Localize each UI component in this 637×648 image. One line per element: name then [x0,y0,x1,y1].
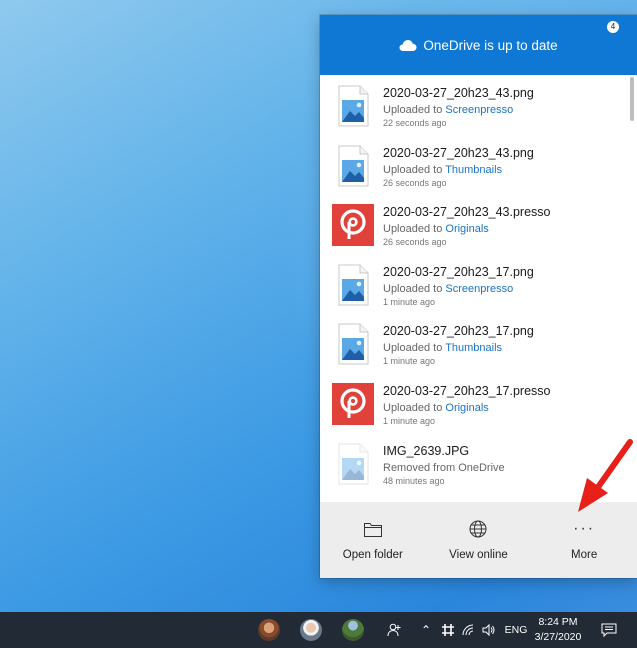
file-time: 26 seconds ago [383,237,447,248]
avatar [300,619,322,641]
file-time: 1 minute ago [383,296,436,307]
open-folder-button[interactable]: Open folder [323,502,423,561]
view-online-label: View online [449,549,508,561]
list-item[interactable]: 2020-03-27_20h23_43.png Uploaded to Thum… [320,135,637,195]
people-contact-3[interactable] [341,612,365,648]
people-icon-glyph [387,623,401,637]
clock-date: 3/27/2020 [534,631,582,643]
folder-link[interactable]: Originals [445,402,488,414]
flyout-title: OneDrive is up to date [423,37,558,53]
file-time: 1 minute ago [383,356,436,367]
cloud-icon [399,40,417,51]
file-status: Uploaded to Originals [383,401,489,414]
flyout-header: OneDrive is up to date [320,15,637,75]
scrollbar[interactable] [630,77,634,121]
file-name: 2020-03-27_20h23_43.presso [383,205,551,220]
file-time: 26 seconds ago [383,177,447,188]
folder-link[interactable]: Screenpresso [445,283,513,295]
file-status: Uploaded to Screenpresso [383,282,514,295]
notification-count-badge: 4 [607,21,619,33]
list-item[interactable]: 2020-03-27_20h23_17.png Uploaded to Scre… [320,254,637,314]
annotation-arrow [578,439,633,512]
file-time: 1 minute ago [383,415,436,426]
more-dots-icon: ··· [573,520,596,537]
more-label: More [571,549,598,561]
screenpresso-file-icon [332,204,374,247]
file-name: 2020-03-27_20h23_43.png [383,145,534,160]
globe-icon [469,520,487,538]
network-icon[interactable] [440,612,456,648]
slack-icon [442,624,454,636]
folder-link[interactable]: Originals [445,223,488,235]
file-status: Uploaded to Originals [383,223,489,236]
list-item[interactable]: 2020-03-27_20h23_43.png Uploaded to Scre… [320,75,637,135]
file-name: IMG_2639.JPG [383,443,470,458]
image-file-icon [338,443,369,485]
file-status: Uploaded to Thumbnails [383,342,503,355]
avatar [342,619,364,641]
file-name: 2020-03-27_20h23_17.png [383,324,534,339]
file-status: Uploaded to Thumbnails [383,163,503,176]
image-file-icon [338,264,369,306]
folder-link[interactable]: Thumbnails [445,342,502,354]
clock-time: 8:24 PM [538,616,578,628]
speaker-icon [482,624,495,636]
screenpresso-file-icon [332,382,374,425]
notification-icon [601,623,617,637]
taskbar: ⌃ ENG 8:24 PM 3/27/2020 [0,612,637,648]
file-name: 2020-03-27_20h23_17.presso [383,383,551,398]
file-time: 22 seconds ago [383,118,447,128]
action-center-icon[interactable] [598,612,620,648]
view-online-button[interactable]: View online [428,502,528,561]
avatar [258,619,280,641]
file-status: Removed from OneDrive [383,461,505,474]
input-language[interactable]: ENG [503,612,529,648]
wifi-icon[interactable] [461,612,477,648]
file-name: 2020-03-27_20h23_43.png [383,86,534,100]
image-file-icon [338,323,369,365]
people-icon[interactable] [385,612,405,648]
show-hidden-icons-chevron-icon[interactable]: ⌃ [419,612,433,648]
image-file-icon [338,85,369,127]
list-item[interactable]: 2020-03-27_20h23_43.presso Uploaded to O… [320,194,637,254]
volume-icon[interactable] [481,612,497,648]
wifi-glyph-icon [462,624,474,636]
people-contact-2[interactable] [299,612,323,648]
list-item[interactable]: 2020-03-27_20h23_17.png Uploaded to Thum… [320,313,637,373]
clock[interactable]: 8:24 PM 3/27/2020 [528,615,588,645]
file-name: 2020-03-27_20h23_17.png [383,264,534,279]
people-contact-1[interactable] [257,612,281,648]
file-time: 48 minutes ago [383,475,445,486]
folder-link[interactable]: Screenpresso [445,104,513,116]
file-status: Uploaded to Screenpresso [383,104,514,116]
folder-link[interactable]: Thumbnails [445,164,502,176]
open-folder-label: Open folder [342,549,403,561]
image-file-icon [338,145,369,187]
folder-icon [363,523,382,537]
list-item[interactable]: 2020-03-27_20h23_17.presso Uploaded to O… [320,373,637,433]
